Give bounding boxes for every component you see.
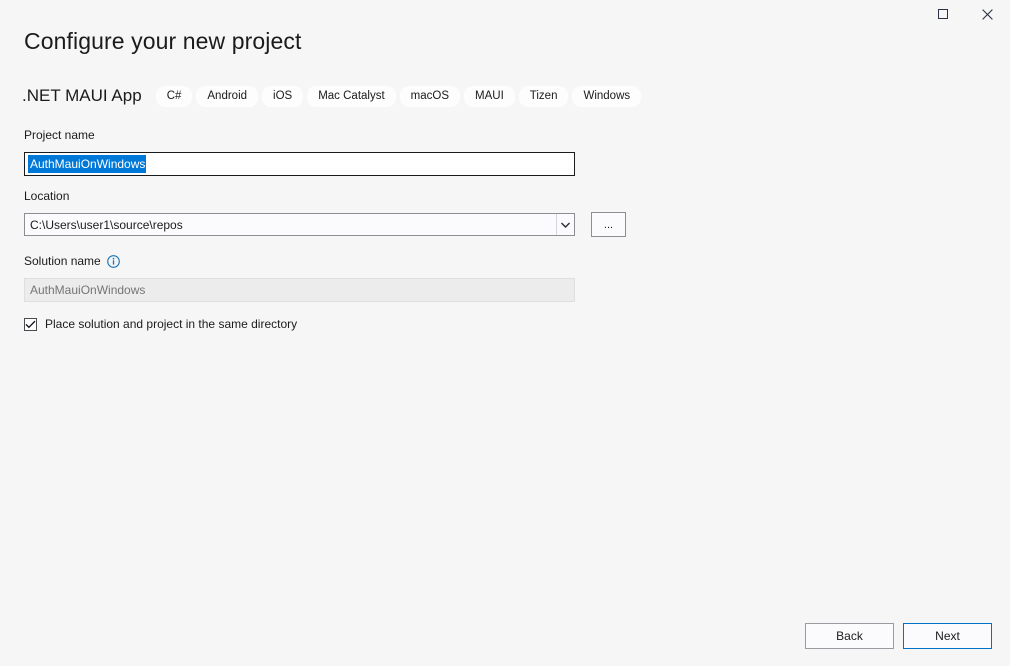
same-directory-checkbox[interactable] <box>24 318 37 331</box>
template-tag: Android <box>196 86 258 107</box>
title-bar <box>0 0 1010 28</box>
browse-location-button[interactable]: ... <box>591 212 626 237</box>
template-tag: Tizen <box>519 86 569 107</box>
template-tag: C# <box>156 86 193 107</box>
page-title: Configure your new project <box>24 28 301 55</box>
template-name: .NET MAUI App <box>22 86 142 106</box>
template-tag-list: C# Android iOS Mac Catalyst macOS MAUI T… <box>156 86 641 107</box>
same-directory-checkbox-row[interactable]: Place solution and project in the same d… <box>24 315 297 333</box>
info-icon[interactable] <box>107 255 120 268</box>
close-icon <box>982 9 993 20</box>
template-tag: MAUI <box>464 86 515 107</box>
close-button[interactable] <box>965 0 1010 28</box>
template-tag: macOS <box>400 86 460 107</box>
template-tag: Windows <box>572 86 641 107</box>
back-button[interactable]: Back <box>805 623 894 649</box>
maximize-button[interactable] <box>920 0 965 28</box>
project-name-label: Project name <box>24 128 95 142</box>
template-tag: Mac Catalyst <box>307 86 395 107</box>
check-icon <box>25 320 36 329</box>
chevron-down-icon[interactable] <box>556 214 574 235</box>
maximize-icon <box>938 9 948 19</box>
same-directory-label: Place solution and project in the same d… <box>45 317 297 331</box>
template-tag: iOS <box>262 86 303 107</box>
project-name-value: AuthMauiOnWindows <box>28 155 146 173</box>
template-summary: .NET MAUI App C# Android iOS Mac Catalys… <box>22 83 641 109</box>
location-value: C:\Users\user1\source\repos <box>25 218 556 232</box>
location-combobox[interactable]: C:\Users\user1\source\repos <box>24 213 575 236</box>
solution-name-label: Solution name <box>24 254 120 268</box>
solution-name-label-text: Solution name <box>24 254 101 268</box>
dialog-footer: Back Next <box>805 623 992 649</box>
project-name-input[interactable]: AuthMauiOnWindows <box>24 152 575 176</box>
location-label: Location <box>24 189 69 203</box>
solution-name-input <box>24 278 575 302</box>
next-button[interactable]: Next <box>903 623 992 649</box>
